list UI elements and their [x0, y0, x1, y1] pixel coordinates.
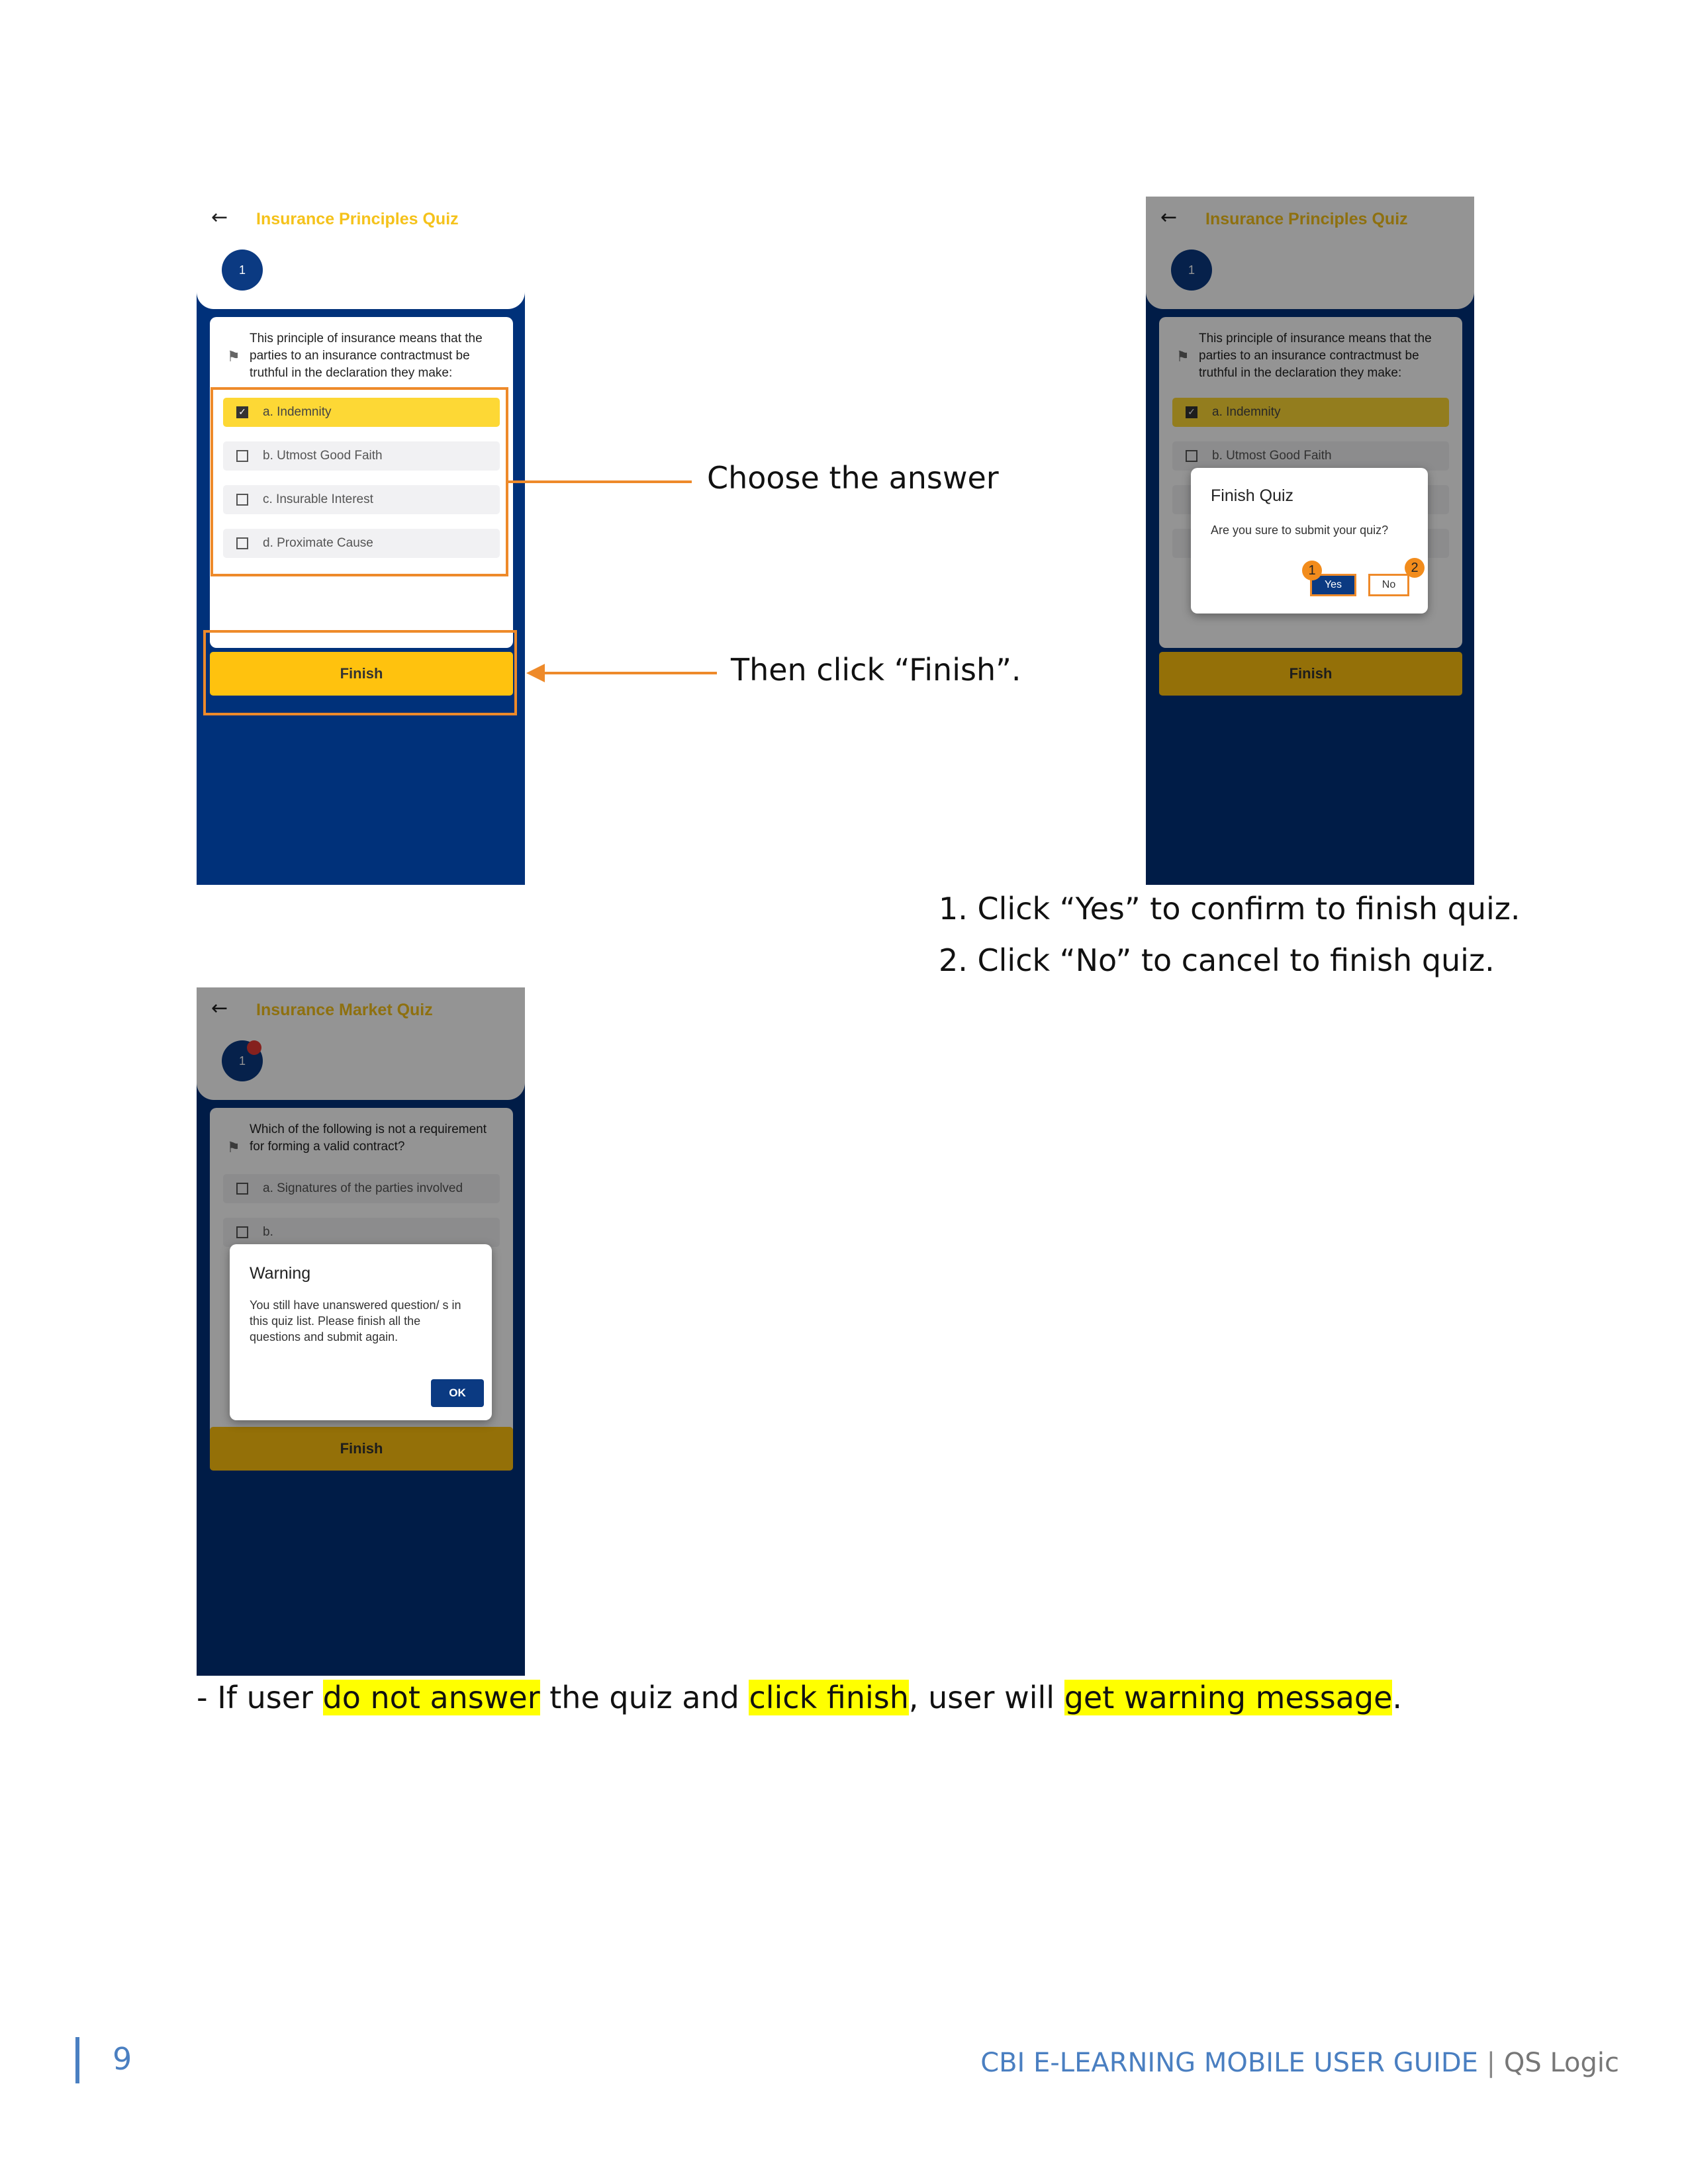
footer-section: QS Logic: [1503, 2048, 1619, 2078]
note-text: , user will: [908, 1680, 1064, 1715]
question-number-bubble[interactable]: 1: [222, 250, 263, 291]
question-text: This principle of insurance means that t…: [250, 332, 483, 380]
flag-icon[interactable]: ⚑: [227, 349, 240, 365]
note-highlight: click finish: [749, 1680, 909, 1715]
choose-answer-label: Choose the answer: [707, 460, 999, 496]
step-1-badge: 1: [1302, 561, 1322, 580]
dialog-title: Warning: [250, 1264, 311, 1283]
footer-accent-bar: [75, 2037, 79, 2083]
options-highlight-box: [211, 387, 508, 576]
page-number: 9: [113, 2041, 132, 2077]
guide-title: CBI E-LEARNING MOBILE USER GUIDE: [980, 2048, 1478, 2078]
screenshot-warning-dialog: ← Insurance Market Quiz 1 ⚑ Which of the…: [197, 987, 525, 1676]
warning-dialog: Warning You still have unanswered questi…: [230, 1244, 492, 1420]
then-click-finish-label: Then click “Finish”.: [731, 652, 1021, 688]
footer-separator: |: [1477, 2048, 1504, 2078]
app-header: ← Insurance Principles Quiz 1: [197, 197, 525, 309]
finish-quiz-dialog: Finish Quiz Are you sure to submit your …: [1191, 468, 1428, 614]
dialog-title: Finish Quiz: [1211, 486, 1294, 505]
step-no-text: 2. Click “No” to cancel to finish quiz.: [939, 942, 1495, 978]
warning-note: - If user do not answer the quiz and cli…: [197, 1676, 1402, 1719]
finish-pointer-line: [543, 672, 717, 674]
note-text: the quiz and: [539, 1680, 749, 1715]
finish-arrowhead: [526, 664, 545, 682]
quiz-title: Insurance Principles Quiz: [256, 210, 459, 228]
step-2-badge: 2: [1405, 558, 1425, 578]
no-button[interactable]: No: [1368, 574, 1409, 596]
back-arrow-icon[interactable]: ←: [211, 206, 228, 229]
note-text: - If user: [197, 1680, 323, 1715]
ok-button[interactable]: OK: [431, 1379, 484, 1407]
note-highlight: do not answer: [322, 1680, 540, 1715]
note-text: .: [1392, 1680, 1403, 1715]
dialog-message: Are you sure to submit your quiz?: [1211, 523, 1389, 537]
screenshot-finish-dialog: ← Insurance Principles Quiz 1 ⚑ This pri…: [1146, 197, 1474, 885]
choose-pointer-line: [508, 480, 692, 483]
finish-highlight-box: [203, 630, 517, 715]
note-highlight: get warning message: [1064, 1680, 1393, 1715]
footer-title: CBI E-LEARNING MOBILE USER GUIDE | QS Lo…: [980, 2048, 1619, 2078]
dialog-message: You still have unanswered question/ s in…: [250, 1298, 461, 1343]
step-yes-text: 1. Click “Yes” to confirm to finish quiz…: [939, 891, 1521, 927]
